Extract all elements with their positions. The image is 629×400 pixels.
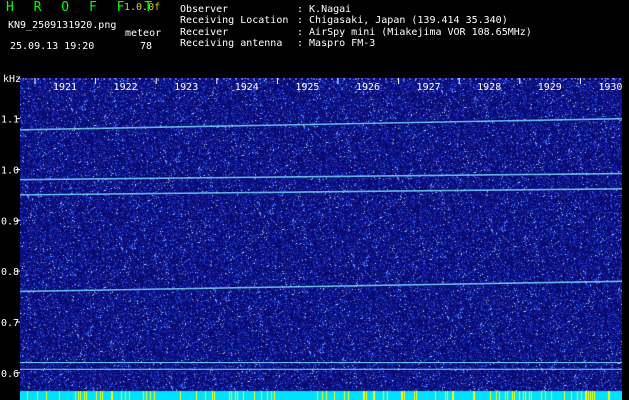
x-tick-label: 1926 (356, 82, 380, 93)
x-tick-label: 1928 (477, 82, 501, 93)
x-tick-label: 1922 (114, 82, 138, 93)
antenna-key: Receiving antenna (180, 38, 283, 49)
y-tick-label: 1.0 (1, 165, 19, 176)
x-tick-label: 1924 (235, 82, 259, 93)
location-value: : Chigasaki, Japan (139.414 35.340) (297, 15, 508, 26)
count-label: 78 (140, 41, 153, 52)
observer-value: : K.Nagai (297, 4, 352, 15)
antenna-value: : Maspro FM-3 (297, 38, 376, 49)
y-tick-label: 0.7 (1, 318, 19, 329)
observer-key: Observer (180, 4, 229, 15)
receiver-key: Receiver (180, 27, 229, 38)
filename-label: KN9_2509131920.png (8, 20, 117, 31)
y-tick-label: 1.1 (1, 115, 19, 126)
x-tick-label: 1927 (417, 82, 441, 93)
x-tick-label: 1930 (598, 82, 622, 93)
mode-label: meteor (125, 28, 162, 39)
x-tick-label: 1921 (53, 82, 77, 93)
x-tick-label: 1923 (174, 82, 198, 93)
datetime-label: 25.09.13 19:20 (10, 41, 95, 52)
x-tick-label: 1929 (538, 82, 562, 93)
axes: 1.1 1.0 0.9 0.8 0.7 0.6 1921 1922 1923 1924 1925 19… (1, 78, 622, 380)
version-label: 1.0.0f (124, 2, 161, 13)
y-tick-label: 0.9 (1, 216, 19, 227)
location-key: Receiving Location (180, 15, 289, 26)
receiver-value: : AirSpy mini (Miakejima VOR 108.65MHz) (297, 27, 532, 38)
y-tick-label: 0.6 (1, 369, 19, 380)
x-tick-label: 1925 (295, 82, 319, 93)
y-tick-label: 0.8 (1, 267, 19, 278)
